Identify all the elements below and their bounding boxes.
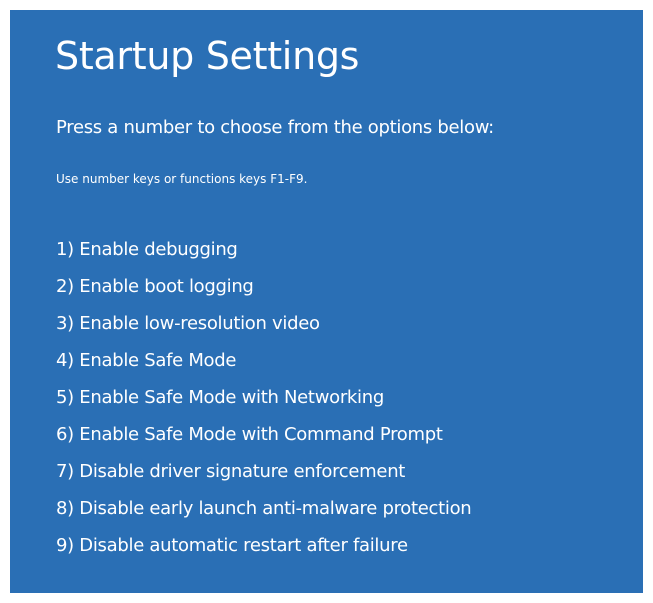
option-enable-safe-mode[interactable]: 4) Enable Safe Mode	[56, 342, 471, 379]
instruction-text: Press a number to choose from the option…	[56, 117, 494, 138]
option-enable-boot-logging[interactable]: 2) Enable boot logging	[56, 268, 471, 305]
option-enable-debugging[interactable]: 1) Enable debugging	[56, 231, 471, 268]
page-title: Startup Settings	[55, 34, 360, 78]
option-disable-driver-signature-enforcement[interactable]: 7) Disable driver signature enforcement	[56, 453, 471, 490]
option-disable-early-launch-anti-malware[interactable]: 8) Disable early launch anti-malware pro…	[56, 490, 472, 527]
option-enable-safe-mode-command-prompt[interactable]: 6) Enable Safe Mode with Command Prompt	[56, 416, 471, 453]
key-hint-text: Use number keys or functions keys F1-F9.	[56, 172, 308, 186]
options-list: 1) Enable debugging 2) Enable boot loggi…	[56, 231, 472, 564]
option-enable-low-resolution-video[interactable]: 3) Enable low-resolution video	[56, 305, 471, 342]
option-disable-automatic-restart[interactable]: 9) Disable automatic restart after failu…	[56, 527, 471, 564]
startup-settings-screen: Startup Settings Press a number to choos…	[10, 10, 643, 593]
option-enable-safe-mode-networking[interactable]: 5) Enable Safe Mode with Networking	[56, 379, 471, 416]
